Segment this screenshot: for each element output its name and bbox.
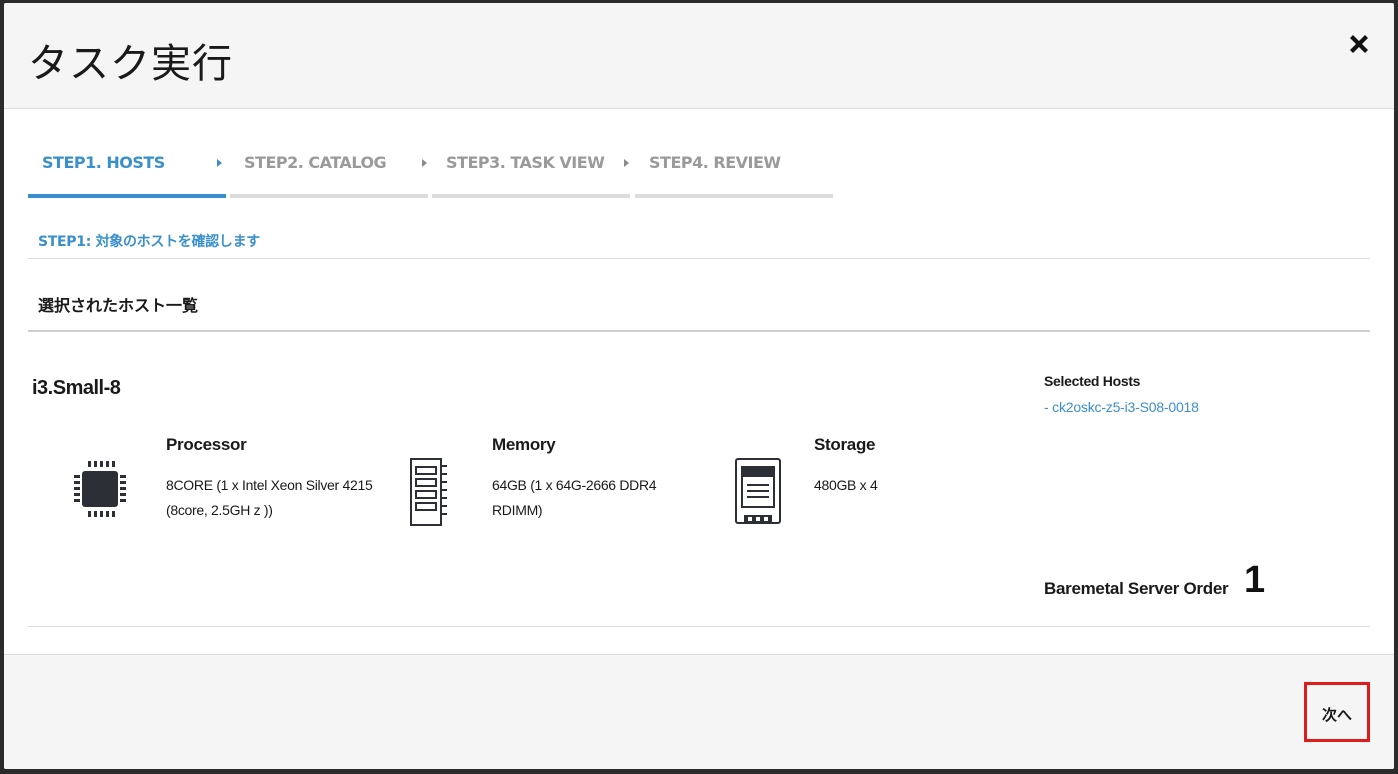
step-description: STEP1: 対象のホストを確認します: [38, 234, 260, 250]
tab-step2-catalog[interactable]: STEP2. CATALOG: [230, 153, 428, 199]
selected-hosts-title: Selected Hosts: [1044, 373, 1141, 389]
order-label: Baremetal Server Order: [1044, 579, 1229, 598]
order-count: 1: [1244, 559, 1266, 601]
close-icon: [1350, 35, 1368, 53]
spec-title: Memory: [492, 435, 556, 454]
section-title: 選択されたホスト一覧: [38, 296, 199, 315]
divider: [28, 330, 1370, 332]
spec-value: 480GB x 4: [814, 477, 878, 493]
tab-indicator: [432, 194, 630, 198]
tab-indicator: [28, 194, 226, 198]
spec-value: 64GB (1 x 64G-2666 DDR4 RDIMM): [492, 477, 657, 518]
tab-label: STEP3. TASK VIEW: [446, 153, 605, 172]
tab-step1-hosts[interactable]: STEP1. HOSTS: [28, 153, 226, 199]
selected-host-link[interactable]: - ck2oskc-z5-i3-S08-0018: [1044, 399, 1199, 415]
tab-label: STEP2. CATALOG: [244, 153, 387, 172]
storage-icon: [732, 455, 782, 532]
cpu-icon: [72, 455, 128, 532]
step-tabs: STEP1. HOSTS STEP2. CATALOG STEP3. TASK …: [28, 153, 838, 199]
chevron-right-icon: [217, 159, 222, 167]
spec-title: Storage: [814, 435, 876, 454]
spec-value: 8CORE (1 x Intel Xeon Silver 4215 (8core…: [166, 477, 373, 518]
tab-step3-task-view[interactable]: STEP3. TASK VIEW: [432, 153, 630, 199]
dialog-footer: 次へ: [4, 654, 1394, 769]
tab-step4-review[interactable]: STEP4. REVIEW: [635, 153, 833, 199]
next-button[interactable]: 次へ: [1304, 682, 1370, 742]
next-button-label: 次へ: [1321, 706, 1352, 724]
memory-icon: [404, 455, 454, 532]
chevron-right-icon: [624, 159, 629, 167]
tab-label: STEP4. REVIEW: [649, 153, 781, 172]
tab-indicator: [635, 194, 833, 198]
spec-title: Processor: [166, 435, 247, 454]
chevron-right-icon: [422, 159, 427, 167]
tab-indicator: [230, 194, 428, 198]
dialog-header: タスク実行: [4, 3, 1394, 109]
host-name: i3.Small-8: [32, 377, 121, 399]
dialog-title: タスク実行: [28, 41, 233, 87]
divider: [28, 258, 1370, 259]
close-button[interactable]: [1344, 29, 1374, 59]
task-execution-dialog: タスク実行 STEP1. HOSTS STEP2. CATALOG STEP3.…: [4, 3, 1394, 769]
tab-label: STEP1. HOSTS: [42, 153, 165, 172]
divider: [28, 626, 1370, 627]
